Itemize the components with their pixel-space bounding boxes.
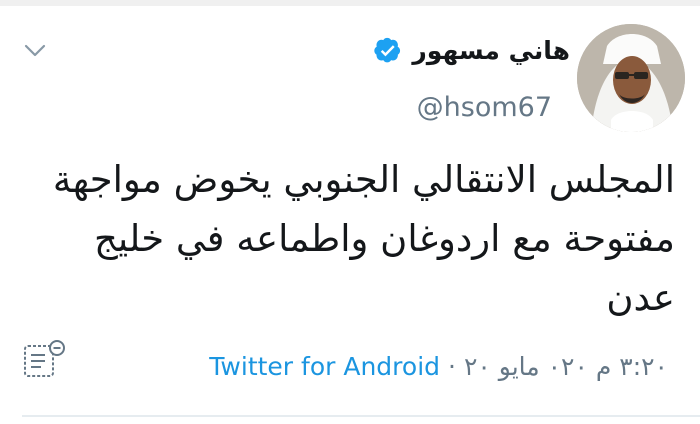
avatar[interactable] (577, 24, 685, 132)
tweet-meta: ٣:٢٠ م ٠٢٠ مايو ٢٠ · Twitter for Android (209, 352, 668, 381)
tweet-text-line: عدن (606, 276, 675, 319)
tweet-source-link[interactable]: Twitter for Android (209, 352, 440, 381)
author-handle[interactable]: @hsom67 (417, 92, 552, 123)
verified-badge-icon (374, 37, 401, 62)
tweet-text: المجلس الانتقالي الجنوبي يخوض مواجهة مفت… (15, 150, 675, 327)
meta-separator: · (448, 352, 456, 381)
analytics-icon[interactable] (23, 338, 67, 378)
avatar-image (577, 24, 685, 132)
author-name[interactable]: هاني مسهور (412, 36, 570, 65)
chevron-down-icon[interactable] (22, 40, 48, 60)
author-name-row[interactable]: هاني مسهور (374, 36, 570, 65)
divider (22, 415, 700, 417)
tweet-text-line: المجلس الانتقالي الجنوبي يخوض مواجهة (52, 158, 675, 201)
top-border (0, 0, 700, 6)
tweet-text-line: مفتوحة مع اردوغان واطماعه في خليج (94, 217, 675, 260)
tweet-timestamp[interactable]: ٣:٢٠ م ٠٢٠ مايو ٢٠ (464, 352, 668, 381)
